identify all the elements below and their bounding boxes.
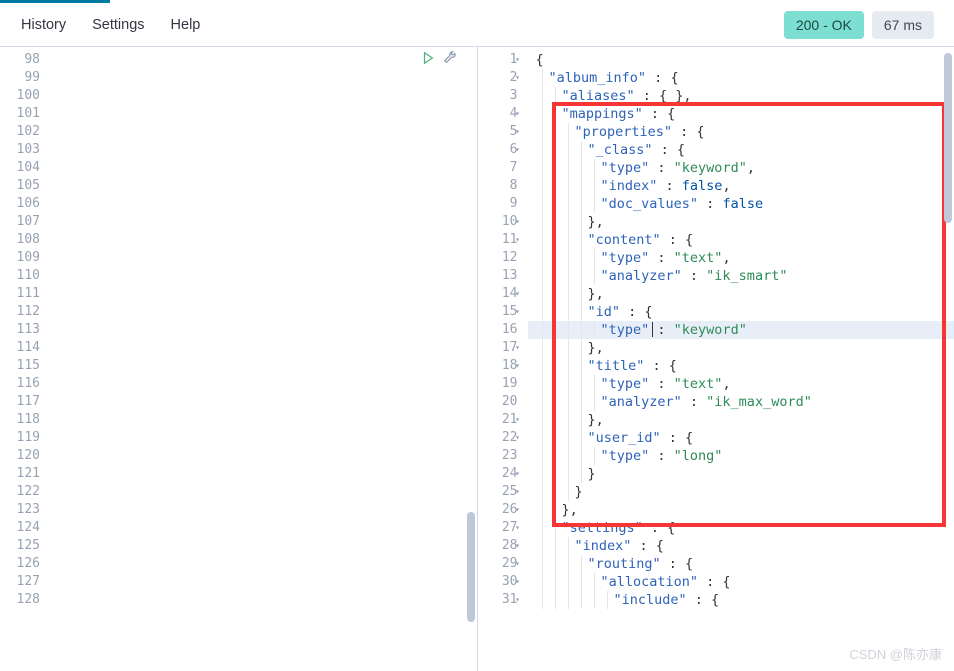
response-code-area[interactable]: {"album_info" : {"aliases" : { },"mappin… <box>528 47 954 671</box>
toolbar: History Settings Help 200 - OK 67 ms <box>0 3 954 47</box>
tab-help[interactable]: Help <box>158 3 214 46</box>
tab-settings[interactable]: Settings <box>79 3 157 46</box>
request-code-area[interactable] <box>50 47 477 671</box>
wrench-icon[interactable] <box>443 51 457 68</box>
scrollbar-right[interactable] <box>942 53 952 665</box>
latency-badge: 67 ms <box>872 11 934 39</box>
run-icon[interactable] <box>421 51 435 68</box>
request-editor[interactable]: 9899100101102103104105106107108109110111… <box>0 47 478 671</box>
tab-history[interactable]: History <box>8 3 79 46</box>
line-gutter-right: 1234567891011121314151617181920212223242… <box>478 47 528 671</box>
scrollbar-left[interactable] <box>465 53 475 665</box>
line-gutter-left: 9899100101102103104105106107108109110111… <box>0 47 50 671</box>
status-badges: 200 - OK 67 ms <box>784 11 954 39</box>
response-viewer[interactable]: || 1234567891011121314151617181920212223… <box>478 47 954 671</box>
http-status-badge: 200 - OK <box>784 11 864 39</box>
